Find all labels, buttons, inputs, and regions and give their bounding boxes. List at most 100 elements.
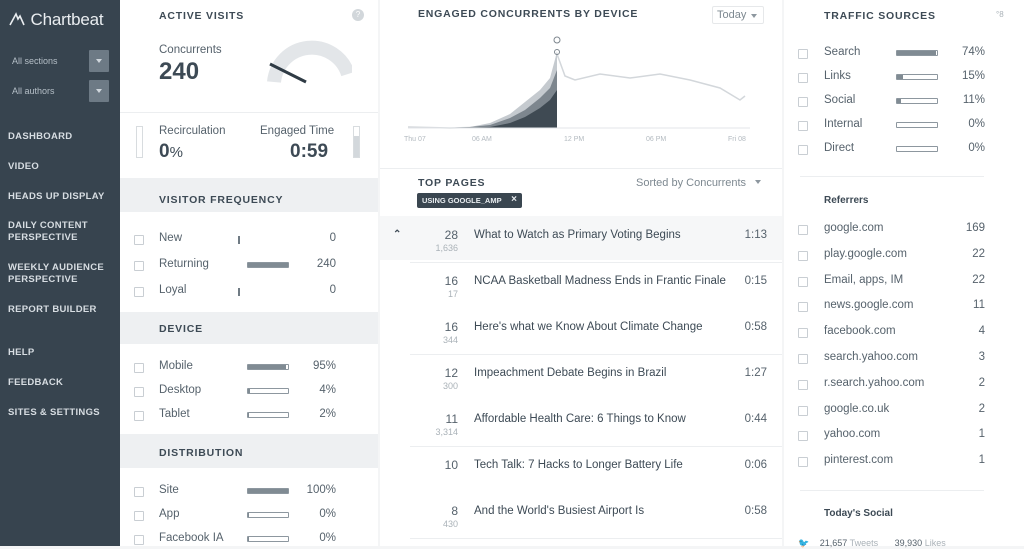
referrer-label[interactable]: yahoo.com [824, 428, 880, 440]
referrer-label[interactable]: google.co.uk [824, 403, 889, 415]
device-value: 95% [312, 360, 336, 372]
help-icon[interactable]: ? [352, 9, 364, 21]
filter-tag[interactable]: USING GOOGLE_AMP × [417, 193, 522, 208]
twitter-icon: 🐦 [798, 538, 810, 548]
nav-daily-content-perspective[interactable]: DAILY CONTENT PERSPECTIVE [8, 220, 108, 244]
traffic-source-value: 74% [961, 46, 985, 58]
device-title: DEVICE [159, 323, 203, 335]
right-panel [784, 0, 1024, 546]
visitor-frequency-title: VISITOR FREQUENCY [159, 194, 284, 206]
top-page-engaged-time: 1:27 [744, 367, 767, 379]
nav-help[interactable]: HELP [8, 347, 35, 359]
referrer-value: 3 [978, 351, 985, 363]
referrer-label[interactable]: pinterest.com [824, 454, 893, 466]
referrer-label[interactable]: search.yahoo.com [824, 351, 918, 363]
referrer-checkbox[interactable] [798, 302, 808, 313]
traffic-source-bar [896, 50, 938, 56]
top-page-title-link[interactable]: NCAA Basketball Madness Ends in Frantic … [474, 275, 726, 287]
referrer-label[interactable]: google.com [824, 222, 883, 234]
referrer-checkbox[interactable] [798, 225, 808, 235]
sections-dropdown-button[interactable] [89, 50, 109, 72]
filter-all-authors[interactable]: All authors [12, 86, 55, 96]
referrer-checkbox[interactable] [798, 379, 808, 390]
top-page-title-link[interactable]: Here's what we Know About Climate Change [474, 321, 702, 333]
chartbeat-logo[interactable]: Chartbeat [8, 10, 104, 30]
traffic-source-bar [896, 146, 938, 152]
top-page-concurrents: 12 [444, 366, 458, 380]
distribution-checkbox[interactable] [134, 511, 144, 521]
visitor_frequency-checkbox[interactable] [134, 287, 144, 297]
distribution-title: DISTRIBUTION [159, 447, 244, 459]
referrer-checkbox[interactable] [798, 457, 808, 468]
referrer-value: 2 [978, 376, 985, 389]
traffic-source-checkbox[interactable] [798, 73, 808, 83]
sort-dropdown[interactable]: Sorted by Concurrents [636, 177, 762, 189]
sidebar: Chartbeat All sections All authors DASHB… [0, 0, 120, 546]
top-page-title-link[interactable]: Affordable Health Care: 6 Things to Know [474, 413, 686, 425]
nav-sites-settings[interactable]: SITES & SETTINGS [8, 407, 100, 419]
nav-video[interactable]: VIDEO [8, 161, 39, 173]
referrer-checkbox[interactable] [798, 276, 808, 287]
traffic-source-checkbox[interactable] [798, 121, 808, 131]
top-page-subcount: 1,636 [435, 243, 458, 253]
traffic-source-checkbox[interactable] [798, 145, 808, 155]
distribution-checkbox[interactable] [134, 487, 144, 497]
nav-heads-up-display[interactable]: HEADS UP DISPLAY [8, 191, 105, 203]
visitor_frequency-value: 0 [329, 232, 336, 244]
top-page-title-link[interactable]: What to Watch as Primary Voting Begins [474, 229, 681, 241]
traffic-source-label: Links [824, 70, 851, 82]
range-dropdown[interactable]: Today [712, 6, 764, 24]
device-checkbox[interactable] [134, 363, 144, 373]
top-page-concurrents: 8 [451, 504, 458, 518]
nav-report-builder[interactable]: REPORT BUILDER [8, 304, 97, 316]
referrer-checkbox[interactable] [798, 328, 808, 339]
distribution-checkbox[interactable] [134, 535, 144, 545]
top-page-title-link[interactable]: Impeachment Debate Begins in Brazil [474, 367, 666, 379]
chart-x-tick: 06 PM [646, 136, 667, 143]
device-bar-fill [248, 389, 250, 393]
visitor_frequency-label: Loyal [159, 284, 187, 296]
traffic-source-value: 0% [968, 118, 985, 130]
referrer-label[interactable]: Email, apps, IM [824, 274, 903, 286]
device-checkbox[interactable] [134, 387, 144, 397]
visitor_frequency-checkbox[interactable] [134, 261, 144, 271]
top-page-title-link[interactable]: And the World's Busiest Airport Is [474, 505, 644, 517]
close-icon[interactable]: × [511, 194, 517, 205]
referrer-value: 1 [978, 428, 985, 441]
filter-all-sections[interactable]: All sections [12, 56, 58, 66]
visitor_frequency-checkbox[interactable] [134, 235, 144, 245]
traffic-sources-corner: °8 [996, 10, 1004, 19]
device-label: Tablet [159, 408, 190, 420]
row-divider [410, 354, 782, 355]
referrer-checkbox[interactable] [798, 354, 808, 364]
referrer-label[interactable]: facebook.com [824, 325, 896, 337]
referrer-label[interactable]: r.search.yahoo.com [824, 377, 924, 389]
referrer-checkbox[interactable] [798, 431, 808, 442]
traffic-source-checkbox[interactable] [798, 49, 808, 59]
top-page-concurrents: 10 [444, 458, 458, 472]
engaged-time-label: Engaged Time [260, 125, 335, 137]
nav-feedback[interactable]: FEEDBACK [8, 377, 63, 389]
referrer-label[interactable]: play.google.com [824, 248, 907, 260]
device-label: Desktop [159, 384, 202, 396]
traffic-source-checkbox[interactable] [798, 97, 808, 107]
device-checkbox[interactable] [134, 411, 144, 421]
referrer-checkbox[interactable] [798, 250, 808, 261]
recirculation-label: Recirculation [159, 125, 226, 137]
distribution-bar [247, 536, 289, 542]
concurrents-value: 240 [159, 58, 200, 85]
top-pages-title: TOP PAGES [418, 177, 486, 189]
referrer-checkbox[interactable] [798, 405, 808, 416]
concurrents-label: Concurrents [159, 44, 222, 56]
authors-dropdown-button[interactable] [89, 80, 109, 102]
referrer-value: 22 [972, 273, 985, 286]
top-page-title-link[interactable]: Tech Talk: 7 Hacks to Longer Battery Lif… [474, 459, 683, 471]
device-bar-fill [248, 365, 286, 369]
traffic-sources-title: TRAFFIC SOURCES [824, 10, 936, 22]
nav-dashboard[interactable]: DASHBOARD [8, 131, 72, 143]
device-label: Mobile [159, 360, 193, 372]
top-page-subcount: 344 [442, 335, 458, 345]
nav-weekly-audience-perspective[interactable]: WEEKLY AUDIENCE PERSPECTIVE [8, 262, 112, 286]
social-stats: 🐦 21,657 Tweets 39,930 Likes [798, 538, 946, 548]
referrer-label[interactable]: news.google.com [824, 299, 914, 311]
